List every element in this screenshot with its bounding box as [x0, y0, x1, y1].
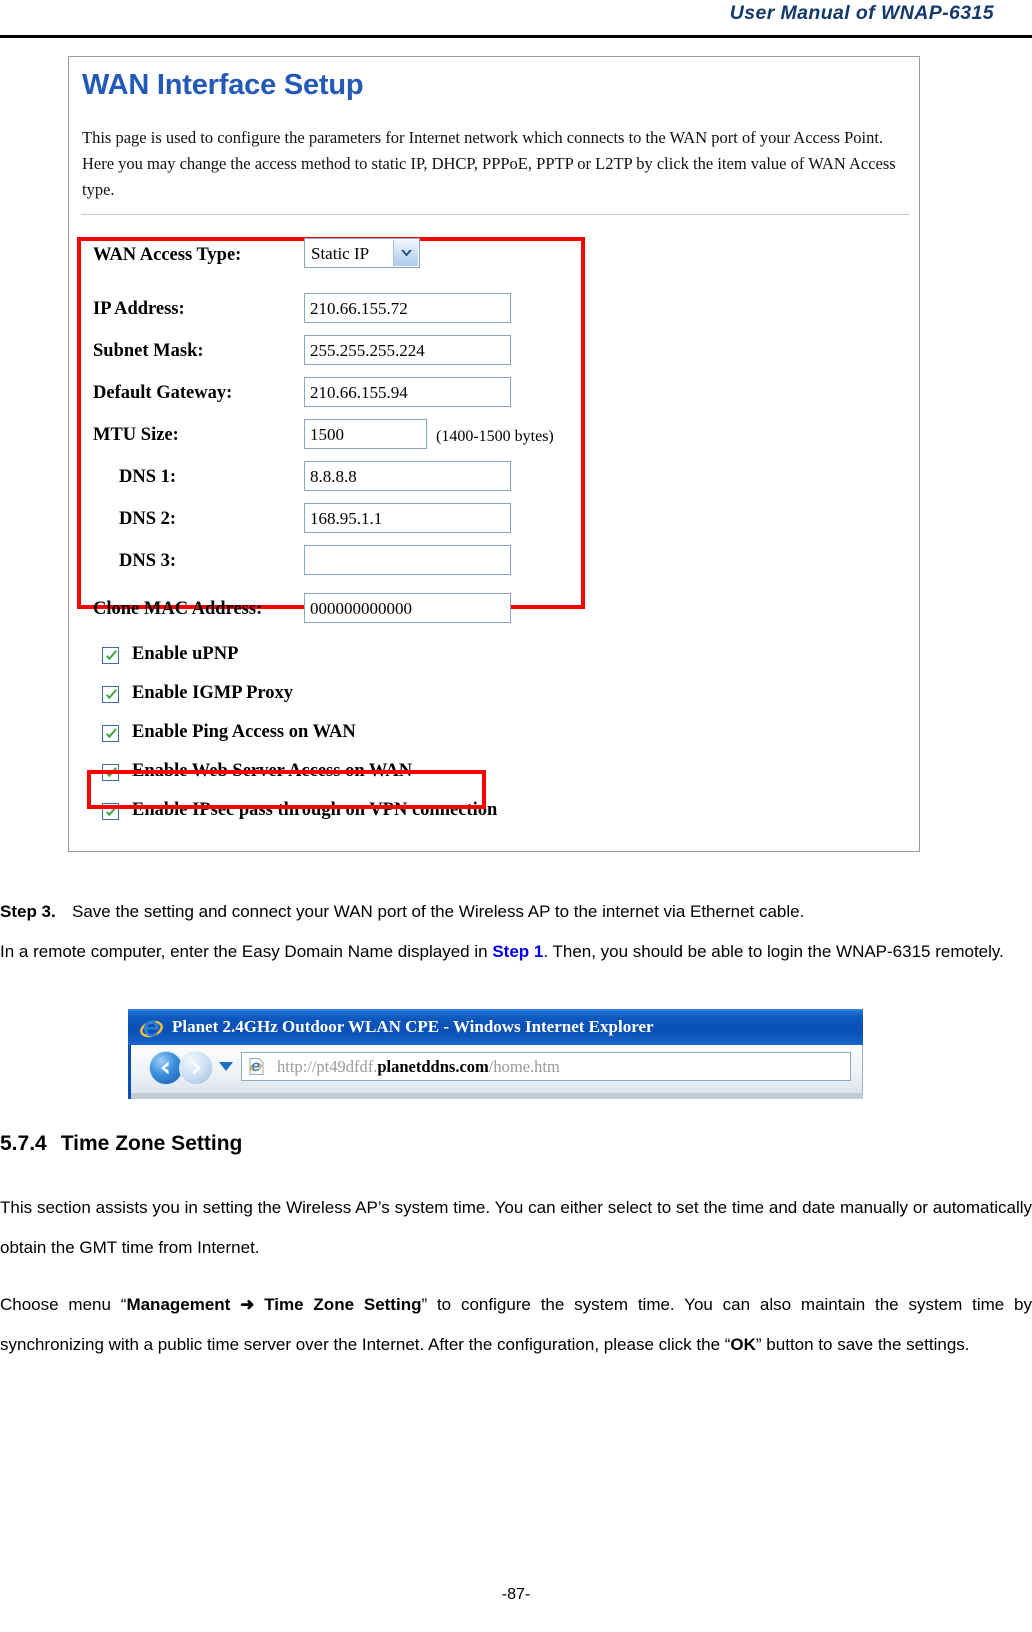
- back-arrow-icon[interactable]: [149, 1051, 183, 1085]
- wan-access-type-row: WAN Access Type: Static IP: [69, 237, 919, 279]
- clone-mac-address-input[interactable]: 000000000000: [304, 593, 511, 623]
- wan-field-row: DNS 3:: [69, 543, 919, 585]
- checkbox[interactable]: [102, 647, 119, 664]
- internet-explorer-screenshot: Planet 2.4GHz Outdoor WLAN CPE - Windows…: [128, 1009, 863, 1099]
- wan-option-row: Enable Ping Access on WAN: [69, 719, 919, 758]
- address-bar-url: http://pt49dfdf.planetddns.com/home.htm: [277, 1056, 560, 1078]
- page-title: WAN Interface Setup: [82, 69, 364, 101]
- forward-arrow-icon[interactable]: [179, 1051, 213, 1085]
- checkbox-label: Enable IGMP Proxy: [132, 683, 294, 703]
- wan-option-row: Enable Web Server Access on WAN: [69, 758, 919, 797]
- section-divider: [81, 214, 909, 215]
- wan-field-row: Default Gateway: 210.66.155.94: [69, 375, 919, 417]
- page-number: -87-: [501, 1586, 531, 1603]
- wan-field-row: IP Address: 210.66.155.72: [69, 291, 919, 333]
- remote-note-part1: In a remote computer, enter the Easy Dom…: [0, 942, 493, 961]
- wan-options-list: Enable uPNP Enable IGMP Proxy Enable Ping …: [69, 641, 919, 836]
- url-prefix: http://pt49dfdf.: [277, 1057, 378, 1076]
- wan-interface-setup-screenshot: WAN Interface Setup This page is used to…: [68, 56, 920, 852]
- check-icon: [106, 689, 117, 700]
- checkbox-label: Enable IPsec pass through on VPN connect…: [132, 800, 498, 820]
- paragraph2-part-c: ” button to save the settings.: [755, 1335, 970, 1354]
- manual-title: User Manual of WNAP-6315: [729, 2, 994, 24]
- remote-note-part2: . Then, you should be able to login the …: [543, 942, 1004, 961]
- field-label: DNS 3:: [119, 551, 177, 571]
- field-input[interactable]: [304, 545, 511, 575]
- browser-navigation-bar: http://pt49dfdf.planetddns.com/home.htm: [128, 1045, 863, 1093]
- field-input[interactable]: 210.66.155.94: [304, 377, 511, 407]
- checkbox-label: Enable Ping Access on WAN: [132, 722, 356, 742]
- wan-access-type-value: Static IP: [311, 244, 370, 263]
- field-input[interactable]: 8.8.8.8: [304, 461, 511, 491]
- wan-field-row: MTU Size: 1500 (1400-1500 bytes): [69, 417, 919, 459]
- wan-field-list: IP Address: 210.66.155.72 Subnet Mask: 255.…: [69, 291, 919, 585]
- browser-titlebar: Planet 2.4GHz Outdoor WLAN CPE - Windows…: [128, 1009, 863, 1045]
- step-3-label: Step 3.: [0, 902, 56, 921]
- wan-access-type-select[interactable]: Static IP: [304, 238, 420, 268]
- paragraph2-part-a: Choose menu “: [0, 1295, 127, 1314]
- field-label: IP Address:: [93, 299, 185, 319]
- step-3-paragraph: Step 3. Save the setting and connect your…: [0, 892, 1032, 932]
- check-icon: [106, 728, 117, 739]
- header-divider: [0, 35, 1032, 38]
- address-bar[interactable]: http://pt49dfdf.planetddns.com/home.htm: [241, 1052, 851, 1081]
- step-1-reference: Step 1: [492, 942, 544, 961]
- internet-explorer-icon: [140, 1017, 163, 1040]
- field-hint: (1400-1500 bytes): [436, 428, 554, 445]
- checkbox[interactable]: [102, 686, 119, 703]
- section-number: 5.7.4: [0, 1132, 47, 1155]
- field-label: Default Gateway:: [93, 383, 233, 403]
- field-input[interactable]: 255.255.255.224: [304, 335, 511, 365]
- field-label: Subnet Mask:: [93, 341, 204, 361]
- remote-login-paragraph: In a remote computer, enter the Easy Dom…: [0, 932, 1032, 972]
- section-heading: 5.7.4 Time Zone Setting: [0, 1132, 242, 1156]
- wan-field-row: DNS 1: 8.8.8.8: [69, 459, 919, 501]
- wan-settings-form: WAN Access Type: Static IP IP Address: 21…: [69, 237, 919, 836]
- checkbox-label: Enable Web Server Access on WAN: [132, 761, 413, 781]
- wan-field-row: DNS 2: 168.95.1.1: [69, 501, 919, 543]
- checkbox[interactable]: [102, 803, 119, 820]
- check-icon: [106, 767, 117, 778]
- clone-mac-address-row: Clone MAC Address: 000000000000: [69, 591, 919, 633]
- field-input[interactable]: 168.95.1.1: [304, 503, 511, 533]
- browser-toolbar-shadow: [128, 1093, 863, 1099]
- url-suffix: /home.htm: [488, 1057, 560, 1076]
- wan-field-row: Subnet Mask: 255.255.255.224: [69, 333, 919, 375]
- field-input[interactable]: 1500: [304, 419, 427, 449]
- page-header: User Manual of WNAP-6315: [0, 0, 1032, 42]
- field-label: MTU Size:: [93, 425, 179, 445]
- page-icon: [247, 1057, 266, 1076]
- field-input[interactable]: 210.66.155.72: [304, 293, 511, 323]
- check-icon: [106, 650, 117, 661]
- field-label: DNS 2:: [119, 509, 177, 529]
- checkbox[interactable]: [102, 725, 119, 742]
- clone-mac-address-label: Clone MAC Address:: [93, 599, 263, 619]
- menu-path-label: Management ➜ Time Zone Setting: [126, 1295, 422, 1314]
- url-host: planetddns.com: [377, 1057, 489, 1076]
- checkbox[interactable]: [102, 764, 119, 781]
- step-3-text: Save the setting and connect your WAN po…: [72, 902, 805, 921]
- page-description: This page is used to configure the param…: [82, 128, 896, 199]
- field-label: DNS 1:: [119, 467, 177, 487]
- wan-option-row: Enable uPNP: [69, 641, 919, 680]
- recent-pages-chevron-down-icon[interactable]: [219, 1062, 233, 1071]
- ok-button-label: OK: [730, 1335, 756, 1354]
- check-icon: [106, 806, 117, 817]
- browser-window-title: Planet 2.4GHz Outdoor WLAN CPE - Windows…: [172, 1017, 654, 1036]
- wan-access-type-label: WAN Access Type:: [93, 245, 242, 265]
- wan-option-row: Enable IGMP Proxy: [69, 680, 919, 719]
- section-title: Time Zone Setting: [60, 1132, 243, 1155]
- wan-option-row: Enable IPsec pass through on VPN connect…: [69, 797, 919, 836]
- chevron-down-icon[interactable]: [393, 240, 418, 266]
- section-paragraph-2: Choose menu “Management ➜ Time Zone Sett…: [0, 1285, 1032, 1365]
- checkbox-label: Enable uPNP: [132, 644, 239, 664]
- section-paragraph-1: This section assists you in setting the …: [0, 1198, 1032, 1257]
